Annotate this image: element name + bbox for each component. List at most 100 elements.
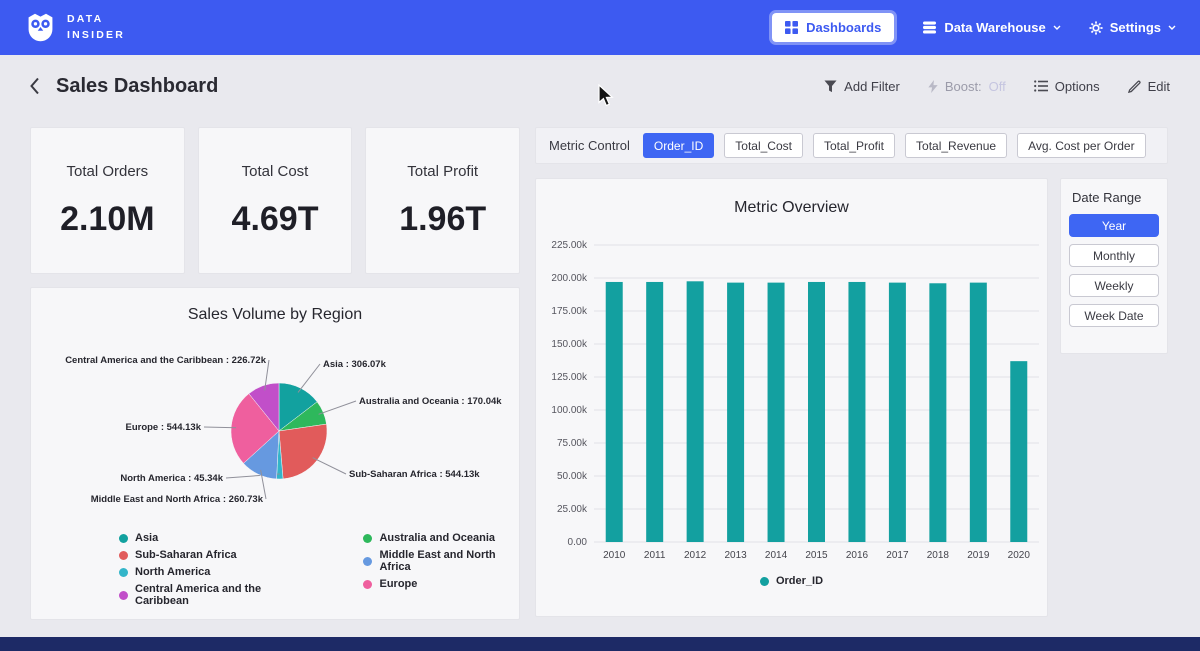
- legend-item: Central America and the Caribbean: [119, 583, 305, 607]
- footer-bar: [0, 637, 1200, 651]
- pencil-icon: [1128, 80, 1141, 93]
- date-option-weekly[interactable]: Weekly: [1069, 274, 1159, 297]
- kpi-value: 1.96T: [399, 200, 486, 239]
- page-header: Sales Dashboard Add Filter Boost: Off: [0, 55, 1200, 117]
- sales-volume-card: Sales Volume by Region Asia : 306.07kAus…: [30, 287, 520, 620]
- svg-text:0.00: 0.00: [568, 537, 588, 548]
- svg-text:50.00k: 50.00k: [557, 471, 588, 482]
- metric-control-bar: Metric Control Order_ID Total_Cost Total_P…: [535, 127, 1168, 164]
- svg-text:100.00k: 100.00k: [551, 405, 588, 416]
- header-actions: Add Filter Boost: Off: [824, 79, 1170, 94]
- add-filter-label: Add Filter: [844, 79, 900, 94]
- svg-text:Central America and the Caribb: Central America and the Caribbean : 226.…: [65, 355, 267, 366]
- chevron-down-icon: [1053, 25, 1061, 30]
- svg-text:Asia : 306.07k: Asia : 306.07k: [323, 359, 387, 370]
- legend-dot: [363, 557, 372, 566]
- metric-control-options: Order_ID Total_Cost Total_Profit Total_Reve…: [643, 133, 1146, 158]
- metric-option-avg-cost-per-order[interactable]: Avg. Cost per Order: [1017, 133, 1146, 158]
- brand-name: DATA INSIDER: [67, 12, 125, 42]
- back-button[interactable]: [30, 77, 40, 95]
- bar-legend-dot: [760, 577, 769, 586]
- boost-toggle[interactable]: Boost: Off: [928, 79, 1006, 94]
- settings-menu[interactable]: Settings: [1089, 20, 1176, 35]
- legend-item: Middle East and North Africa: [363, 549, 519, 573]
- bar-chart: 0.0025.00k50.00k75.00k100.00k125.00k150.…: [536, 225, 1047, 575]
- edit-button[interactable]: Edit: [1128, 79, 1170, 94]
- svg-text:2014: 2014: [765, 550, 788, 561]
- app-root: DATA INSIDER Dashboards D: [0, 0, 1200, 651]
- edit-label: Edit: [1148, 79, 1170, 94]
- date-option-week-date[interactable]: Week Date: [1069, 304, 1159, 327]
- date-option-year[interactable]: Year: [1069, 214, 1159, 237]
- metric-option-total-profit[interactable]: Total_Profit: [813, 133, 895, 158]
- legend-label: Sub-Saharan Africa: [135, 549, 237, 561]
- date-option-monthly[interactable]: Monthly: [1069, 244, 1159, 267]
- svg-text:2011: 2011: [644, 550, 666, 561]
- brand-line1: DATA: [67, 12, 125, 27]
- legend-dot: [119, 534, 128, 543]
- dashboards-button[interactable]: Dashboards: [772, 13, 894, 42]
- kpi-label: Total Cost: [242, 163, 309, 180]
- boost-label: Boost:: [945, 79, 982, 94]
- add-filter-button[interactable]: Add Filter: [824, 79, 900, 94]
- metric-overview-card: Metric Overview 0.0025.00k50.00k75.00k10…: [535, 178, 1048, 617]
- legend-dot: [363, 580, 372, 589]
- legend-item: Asia: [119, 532, 305, 544]
- metric-option-total-revenue[interactable]: Total_Revenue: [905, 133, 1007, 158]
- legend-label: North America: [135, 566, 210, 578]
- filter-icon: [824, 80, 837, 93]
- gear-icon: [1089, 21, 1103, 35]
- options-label: Options: [1055, 79, 1100, 94]
- metric-control-label: Metric Control: [549, 138, 630, 153]
- svg-text:Australia and Oceania : 170.04: Australia and Oceania : 170.04k: [359, 396, 502, 407]
- date-range-card: Date Range Year Monthly Weekly Week Date: [1060, 178, 1168, 354]
- data-warehouse-menu[interactable]: Data Warehouse: [922, 20, 1060, 35]
- svg-text:North America : 45.34k: North America : 45.34k: [120, 473, 223, 484]
- svg-text:25.00k: 25.00k: [557, 504, 588, 515]
- kpi-row: Total Orders 2.10M Total Cost 4.69T Tota…: [30, 127, 520, 274]
- svg-text:Sub-Saharan Africa : 544.13k: Sub-Saharan Africa : 544.13k: [349, 469, 480, 480]
- kpi-total-orders: Total Orders 2.10M: [30, 127, 185, 274]
- back-chevron-icon: [30, 77, 40, 95]
- database-icon: [922, 21, 937, 34]
- svg-text:2013: 2013: [724, 550, 747, 561]
- kpi-total-profit: Total Profit 1.96T: [365, 127, 520, 274]
- svg-text:2016: 2016: [846, 550, 869, 561]
- svg-text:75.00k: 75.00k: [557, 438, 588, 449]
- svg-text:2019: 2019: [967, 550, 990, 561]
- legend-item: Sub-Saharan Africa: [119, 549, 305, 561]
- kpi-label: Total Orders: [66, 163, 148, 180]
- legend-dot: [119, 568, 128, 577]
- kpi-total-cost: Total Cost 4.69T: [198, 127, 353, 274]
- svg-text:2010: 2010: [603, 550, 626, 561]
- brand-logo[interactable]: DATA INSIDER: [24, 11, 125, 44]
- legend-label: Europe: [379, 578, 417, 590]
- legend-item: Europe: [363, 578, 519, 590]
- owl-logo-icon: [24, 11, 57, 44]
- kpi-value: 2.10M: [60, 200, 155, 239]
- date-range-label: Date Range: [1069, 190, 1159, 205]
- bar-chart-legend: Order_ID: [536, 575, 1047, 587]
- pie-legend: Asia Sub-Saharan Africa North America Centr…: [31, 532, 519, 607]
- svg-text:225.00k: 225.00k: [551, 240, 588, 251]
- kpi-label: Total Profit: [407, 163, 478, 180]
- svg-text:2018: 2018: [927, 550, 950, 561]
- options-button[interactable]: Options: [1034, 79, 1100, 94]
- settings-label: Settings: [1110, 20, 1161, 35]
- svg-text:Middle East and North Africa :: Middle East and North Africa : 260.73k: [91, 494, 264, 505]
- legend-label: Asia: [135, 532, 158, 544]
- legend-label: Australia and Oceania: [379, 532, 495, 544]
- svg-text:150.00k: 150.00k: [551, 339, 588, 350]
- pie-chart: Asia : 306.07k Australia and Oceania : 17…: [31, 326, 519, 526]
- svg-text:175.00k: 175.00k: [551, 306, 588, 317]
- dashboards-label: Dashboards: [806, 20, 881, 35]
- metric-option-total-cost[interactable]: Total_Cost: [724, 133, 803, 158]
- grid-icon: [785, 21, 798, 34]
- chevron-down-icon: [1168, 25, 1176, 30]
- date-range-options: Year Monthly Weekly Week Date: [1069, 214, 1159, 327]
- metric-option-order-id[interactable]: Order_ID: [643, 133, 714, 158]
- bar-legend-label: Order_ID: [776, 575, 823, 587]
- svg-text:Europe : 544.13k: Europe : 544.13k: [125, 422, 201, 433]
- legend-column: Asia Sub-Saharan Africa North America Centr…: [119, 532, 305, 607]
- top-navbar: DATA INSIDER Dashboards D: [0, 0, 1200, 55]
